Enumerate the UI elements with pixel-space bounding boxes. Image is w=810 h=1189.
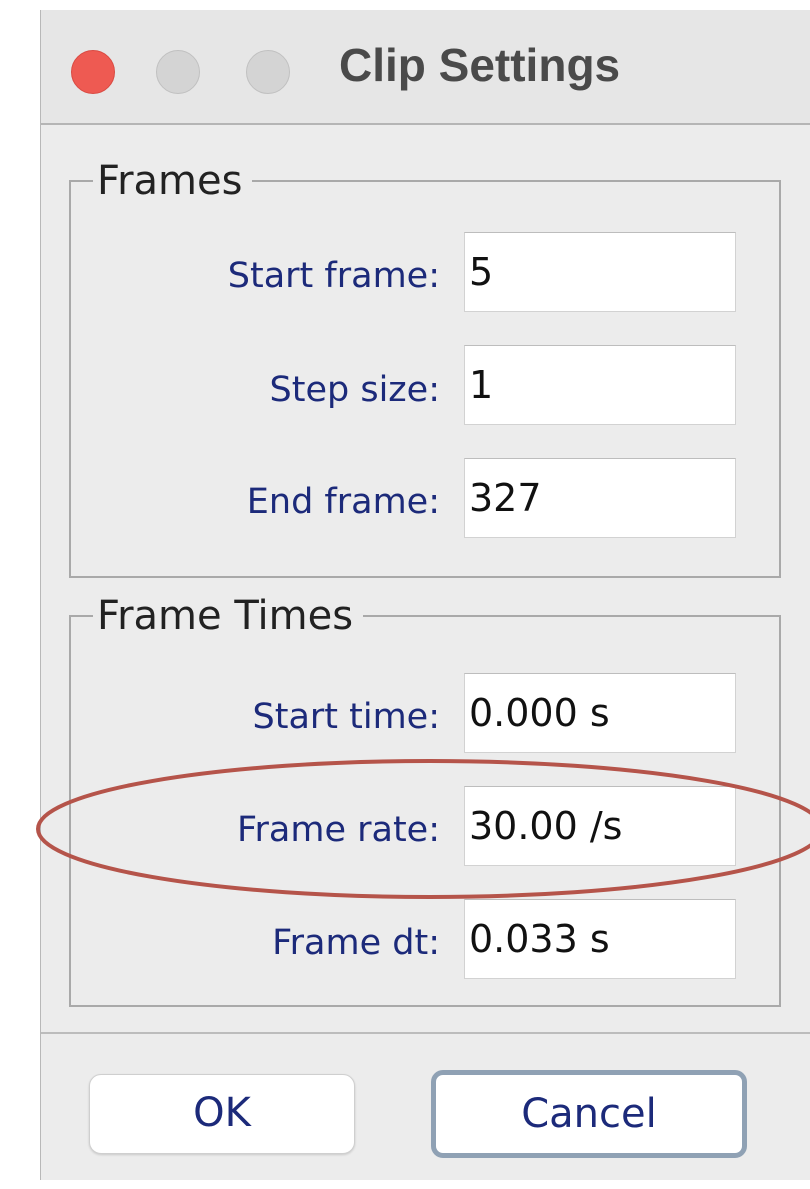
frame-rate-label: Frame rate: — [236, 810, 440, 850]
title-bar[interactable]: Clip Settings — [41, 10, 810, 125]
close-window-button[interactable] — [71, 50, 115, 94]
frame-dt-label: Frame dt: — [272, 923, 440, 963]
end-frame-label: End frame: — [246, 482, 440, 522]
frame-times-group-title: Frame Times — [93, 592, 364, 640]
frame-rate-field[interactable]: 30.00 /s — [464, 786, 736, 866]
ok-button[interactable]: OK — [89, 1074, 355, 1154]
window-title: Clip Settings — [339, 39, 621, 91]
footer-separator — [41, 1032, 810, 1034]
end-frame-field[interactable]: 327 — [464, 458, 736, 538]
start-time-label: Start time: — [252, 697, 441, 737]
start-frame-field[interactable]: 5 — [464, 232, 736, 312]
start-time-field[interactable]: 0.000 s — [464, 673, 736, 753]
frames-group-title: Frames — [93, 157, 253, 205]
step-size-label: Step size: — [269, 370, 440, 410]
step-size-field[interactable]: 1 — [464, 345, 736, 425]
clip-settings-dialog: Clip Settings Frames Start frame: 5 Step… — [40, 10, 810, 1180]
maximize-window-button[interactable] — [246, 50, 290, 94]
minimize-window-button[interactable] — [156, 50, 200, 94]
cancel-button[interactable]: Cancel — [431, 1070, 747, 1158]
frame-dt-field[interactable]: 0.033 s — [464, 899, 736, 979]
start-frame-label: Start frame: — [227, 256, 440, 296]
